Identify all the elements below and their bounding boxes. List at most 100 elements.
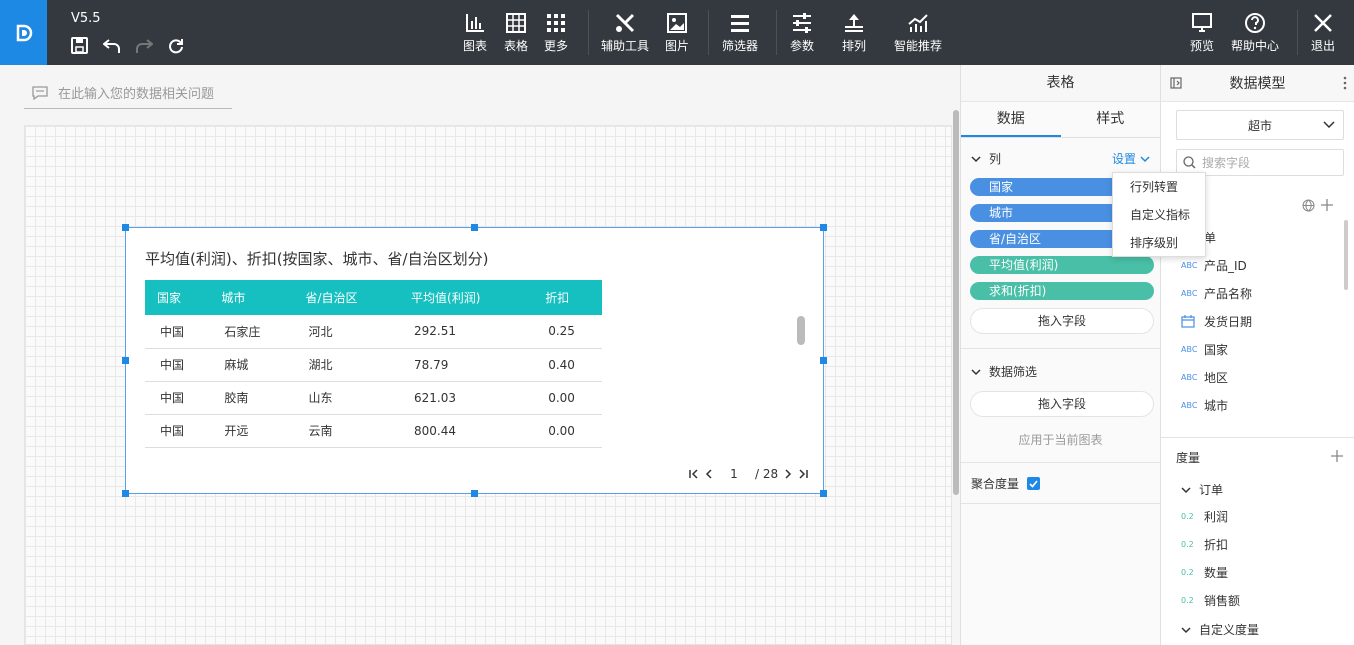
resize-handle[interactable] — [820, 490, 827, 497]
measure-item[interactable]: 0.2 数量 — [1181, 562, 1228, 582]
widget-scrollbar[interactable] — [797, 316, 805, 345]
undo-icon[interactable] — [102, 36, 121, 55]
help-button[interactable]: 帮助中心 — [1231, 12, 1279, 54]
add-icon[interactable] — [1330, 449, 1344, 463]
table-row: 中国 麻城 湖北 78.79 0.40 — [145, 348, 602, 382]
first-page-icon[interactable] — [689, 469, 699, 479]
resize-handle[interactable] — [820, 224, 827, 231]
params-button[interactable]: 参数 — [790, 12, 814, 54]
close-icon — [1314, 14, 1332, 32]
canvas-scrollbar[interactable] — [953, 110, 959, 495]
data-model-panel: 数据模型 超市 搜索字段 单 ABC 产品_ID ABC 产品名称 发货日期 ABC… — [1161, 65, 1354, 645]
resize-handle[interactable] — [122, 357, 129, 364]
bar-chart-icon — [466, 14, 484, 32]
field-pill[interactable]: 求和(折扣) — [970, 282, 1154, 300]
filter-section-header[interactable]: 数据筛选 — [971, 363, 1037, 380]
more-vertical-icon[interactable] — [1343, 76, 1347, 90]
field-item[interactable]: ABC 国家 — [1181, 339, 1228, 359]
chevron-down-icon — [1181, 486, 1191, 493]
table-cell: 292.51 — [399, 315, 534, 349]
settings-button[interactable]: 设置 — [1112, 150, 1150, 167]
measure-group-custom[interactable]: 自定义度量 — [1181, 621, 1259, 638]
field-item[interactable]: ABC 产品_ID — [1181, 255, 1247, 275]
preview-button[interactable]: 预览 — [1190, 12, 1214, 54]
smart-recommend-button[interactable]: 智能推荐 — [894, 12, 942, 54]
wrench-icon — [615, 13, 635, 33]
resize-handle[interactable] — [122, 224, 129, 231]
settings-dropdown: 行列转置 自定义指标 排序级别 — [1112, 172, 1206, 257]
search-icon — [1183, 156, 1196, 169]
table-cell: 中国 — [145, 414, 210, 448]
measure-item[interactable]: 0.2 折扣 — [1181, 534, 1228, 554]
data-table: 国家 城市 省/自治区 平均值(利润) 折扣 中国 石家庄 河北 292.51 … — [145, 280, 602, 448]
exit-button[interactable]: 退出 — [1311, 12, 1335, 54]
column-header[interactable]: 省/自治区 — [293, 280, 400, 315]
resize-handle[interactable] — [122, 490, 129, 497]
field-item[interactable]: 发货日期 — [1181, 311, 1252, 331]
table-cell: 0.00 — [533, 381, 602, 415]
filter-button[interactable]: 筛选器 — [722, 12, 758, 54]
widget-title: 平均值(利润)、折扣(按国家、城市、省/自治区划分) — [145, 250, 489, 268]
next-page-icon[interactable] — [784, 469, 792, 479]
field-pill[interactable]: 平均值(利润) — [970, 256, 1154, 274]
menu-item-sort-level[interactable]: 排序级别 — [1113, 229, 1205, 257]
save-icon[interactable] — [70, 36, 89, 55]
table-cell: 621.03 — [399, 381, 534, 415]
page-total: / 28 — [755, 467, 779, 481]
table-button[interactable]: 表格 — [504, 12, 528, 54]
apply-to-chart-link[interactable]: 应用于当前图表 — [961, 431, 1160, 448]
table-cell: 中国 — [145, 381, 210, 415]
page-number-input[interactable]: 1 — [719, 467, 749, 481]
field-item[interactable]: ABC 地区 — [1181, 367, 1228, 387]
globe-icon[interactable] — [1302, 199, 1315, 212]
grid-icon — [547, 14, 565, 32]
measure-item[interactable]: 0.2 利润 — [1181, 506, 1228, 526]
menu-item-transpose[interactable]: 行列转置 — [1113, 173, 1205, 201]
table-cell: 麻城 — [209, 348, 294, 382]
chevron-down-icon — [971, 155, 981, 162]
table-cell: 78.79 — [399, 348, 534, 382]
check-icon — [1029, 479, 1038, 488]
prev-page-icon[interactable] — [705, 469, 713, 479]
column-header[interactable]: 城市 — [209, 280, 294, 315]
tab-style[interactable]: 样式 — [1061, 102, 1161, 137]
chart-button[interactable]: 图表 — [463, 12, 487, 54]
measure-item[interactable]: 0.2 销售额 — [1181, 590, 1240, 610]
column-header[interactable]: 国家 — [145, 280, 210, 315]
refresh-icon[interactable] — [166, 36, 185, 55]
help-icon — [1245, 13, 1265, 33]
chevron-down-icon — [971, 368, 981, 375]
question-input[interactable]: 在此输入您的数据相关问题 — [24, 77, 232, 109]
table-widget[interactable]: 平均值(利润)、折扣(按国家、城市、省/自治区划分) 国家 城市 省/自治区 平… — [122, 224, 827, 497]
checkbox-checked[interactable] — [1027, 477, 1041, 490]
table-cell: 湖北 — [293, 348, 400, 382]
add-icon[interactable] — [1320, 198, 1334, 212]
last-page-icon[interactable] — [798, 469, 808, 479]
table-header-row: 国家 城市 省/自治区 平均值(利润) 折扣 — [145, 280, 602, 315]
arrange-button[interactable]: 排列 — [842, 12, 866, 54]
tab-data[interactable]: 数据 — [961, 102, 1061, 137]
app-logo[interactable] — [0, 0, 47, 65]
column-header[interactable]: 平均值(利润) — [399, 280, 534, 315]
dataset-select[interactable]: 超市 — [1176, 110, 1344, 140]
resize-handle[interactable] — [471, 224, 478, 231]
drop-field-zone[interactable]: 拖入字段 — [970, 308, 1154, 334]
redo-icon[interactable] — [134, 36, 153, 55]
logo-icon — [16, 24, 32, 41]
filter-drop-zone[interactable]: 拖入字段 — [970, 391, 1154, 417]
table-cell: 0.40 — [533, 348, 602, 382]
more-button[interactable]: 更多 — [544, 12, 568, 54]
menu-item-custom-metric[interactable]: 自定义指标 — [1113, 201, 1205, 229]
table-row: 中国 开远 云南 800.44 0.00 — [145, 414, 602, 448]
resize-handle[interactable] — [820, 357, 827, 364]
field-item[interactable]: ABC 城市 — [1181, 395, 1228, 415]
columns-section-header[interactable]: 列 — [971, 150, 1001, 167]
measure-group-order[interactable]: 订单 — [1181, 481, 1223, 498]
tools-button[interactable]: 辅助工具 — [601, 12, 649, 54]
image-button[interactable]: 图片 — [665, 12, 689, 54]
dimension-scrollbar[interactable] — [1344, 220, 1348, 290]
resize-handle[interactable] — [471, 490, 478, 497]
field-item[interactable]: ABC 产品名称 — [1181, 283, 1252, 303]
aggregate-toggle[interactable]: 聚合度量 — [971, 475, 1041, 492]
column-header[interactable]: 折扣 — [533, 280, 602, 315]
